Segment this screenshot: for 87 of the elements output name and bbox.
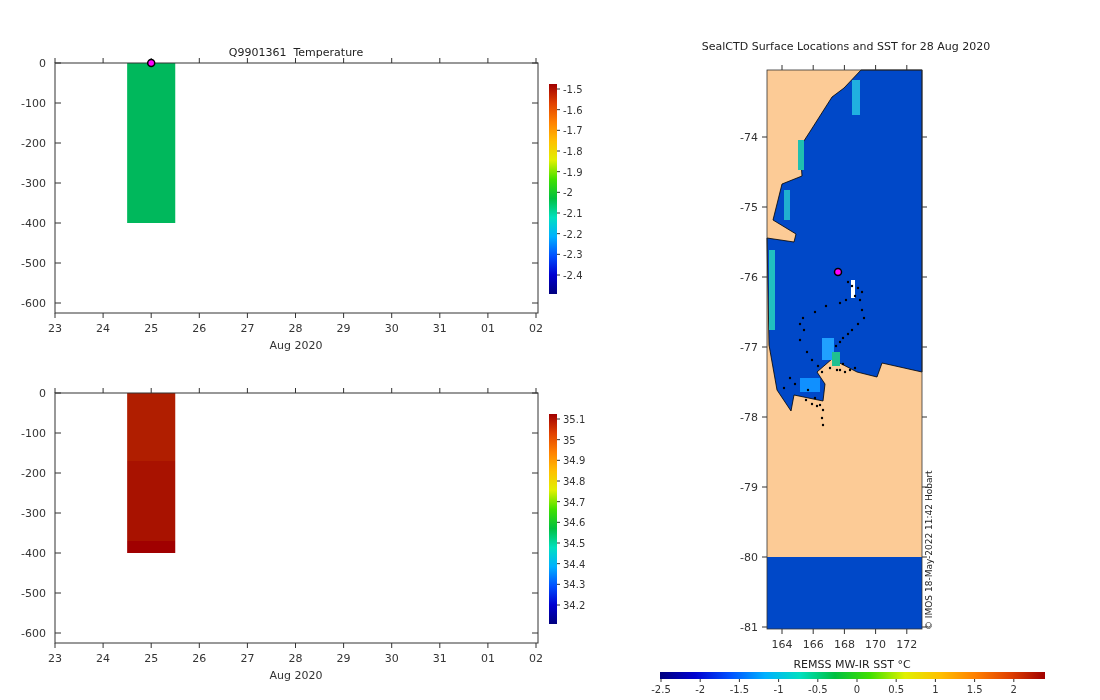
axis-tick-label: 0 xyxy=(39,57,46,70)
axis-tick-label: 01 xyxy=(480,652,495,665)
colorbar-tick-label: 34.2 xyxy=(563,600,586,611)
axis-tick-label: 02 xyxy=(529,322,543,335)
axis-tick-label: 24 xyxy=(96,322,111,335)
axis-tick-label: 26 xyxy=(192,322,207,335)
colorbar-tick-label: -0.5 xyxy=(808,684,828,695)
colorbar-tick-label: -1.7 xyxy=(563,125,583,137)
colorbar-tick-label: 34.4 xyxy=(563,558,586,570)
colorbar-tick-label: -2.2 xyxy=(563,228,583,240)
colorbar-tick-label: -1.5 xyxy=(563,84,583,95)
axis-tick-label: -400 xyxy=(21,547,46,560)
colorbar-tick-label: 1.5 xyxy=(966,684,983,695)
colorbar-tick-label: -2.1 xyxy=(563,208,583,219)
axis-tick-label: -600 xyxy=(21,627,46,640)
colorbar-tick-label: 34.9 xyxy=(563,455,586,467)
axis-tick-label: 01 xyxy=(480,322,495,335)
colorbar-tick-label: 1 xyxy=(932,684,939,695)
axis-tick-label: -600 xyxy=(21,297,46,310)
axis-tick-label: 25 xyxy=(144,322,159,335)
axis-tick-label: -74 xyxy=(740,131,758,144)
axis-tick-label: 23 xyxy=(48,322,62,335)
axis-tick-label: -500 xyxy=(21,257,46,270)
axis-tick-label: -300 xyxy=(21,507,46,520)
axis-tick-label: 30 xyxy=(384,652,399,665)
axis-tick-label: 166 xyxy=(802,638,824,651)
axis-tick-label: 27 xyxy=(240,322,255,335)
axis-tick-label: 168 xyxy=(833,638,855,651)
axis-tick-label: -81 xyxy=(740,621,758,634)
axis-tick-label: 27 xyxy=(240,652,255,665)
axis-tick-label: -200 xyxy=(21,467,46,480)
axis-tick-label: -500 xyxy=(21,587,46,600)
colorbar-tick-label: -2.5 xyxy=(651,684,671,695)
axis-tick-label: -75 xyxy=(740,201,758,214)
axis-label: Aug 2020 xyxy=(269,669,323,682)
axis-tick-label: -400 xyxy=(21,217,46,230)
axis-tick-label: 0 xyxy=(39,387,46,400)
colorbar-tick-label: 34.3 xyxy=(563,579,586,591)
axis-tick-label: 26 xyxy=(192,652,207,665)
colorbar-tick-label: 34.5 xyxy=(563,538,586,549)
axis-label: Aug 2020 xyxy=(269,339,323,352)
colorbar-tick-label: -1.6 xyxy=(563,104,583,116)
colorbar-tick-label: 35 xyxy=(563,434,576,446)
colorbar-tick-label: -2.4 xyxy=(563,270,583,281)
axis-tick-label: 02 xyxy=(529,652,543,665)
colorbar-tick-label: -2 xyxy=(563,187,573,199)
chart-title: Q9901361 Temperature xyxy=(228,46,364,59)
axis-tick-label: 24 xyxy=(96,652,111,665)
axis-tick-label: 29 xyxy=(336,652,351,665)
colorbar-tick-label: -2 xyxy=(695,684,706,695)
colorbar-tick-label: 35.1 xyxy=(563,414,586,425)
colorbar-tick-label: -1.8 xyxy=(563,146,583,157)
axis-tick-label: 172 xyxy=(896,638,918,651)
axis-tick-label: 25 xyxy=(144,652,159,665)
colorbar-tick-label: -1.9 xyxy=(563,166,583,178)
credit-text: © IMOS 18-May-2022 11:42 Hobart xyxy=(924,470,934,630)
colorbar-tick-label: 2 xyxy=(1010,684,1017,695)
axis-tick-label: 28 xyxy=(288,322,303,335)
axis-tick-label: 29 xyxy=(336,322,351,335)
colorbar-label: REMSS MW-IR SST °C xyxy=(793,658,911,671)
colorbar-tick-label: 34.7 xyxy=(563,496,586,508)
axis-tick-label: -78 xyxy=(740,411,758,424)
position-marker xyxy=(833,267,843,277)
axis-tick-label: 30 xyxy=(384,322,399,335)
axis-tick-label: 31 xyxy=(432,652,447,665)
colorbar-tick-label: 34.8 xyxy=(563,476,586,487)
axis-tick-label: -100 xyxy=(21,427,46,440)
map-title: SealCTD Surface Locations and SST for 28 Aug 2020 xyxy=(701,40,991,53)
axis-tick-label: -300 xyxy=(21,177,46,190)
data-bar xyxy=(127,393,176,461)
colorbar-tick-label: -1 xyxy=(773,684,784,695)
axis-tick-label: 164 xyxy=(771,638,793,651)
axis-tick-label: -80 xyxy=(740,551,758,564)
colorbar-tick-label: -2.3 xyxy=(563,249,583,261)
colorbar-tick-label: 0 xyxy=(853,684,861,695)
axis-tick-label: 31 xyxy=(432,322,447,335)
axis-tick-label: 28 xyxy=(288,652,303,665)
colorbar-tick-label: -1.5 xyxy=(729,684,750,695)
colorbar-tick-label: 34.6 xyxy=(563,517,586,529)
axis-tick-label: -76 xyxy=(740,271,758,284)
axis-tick-label: -77 xyxy=(740,341,758,354)
axis-tick-label: 23 xyxy=(48,652,62,665)
axis-tick-label: -200 xyxy=(21,137,46,150)
axis-tick-label: -100 xyxy=(21,97,46,110)
axis-tick-label: 170 xyxy=(865,638,887,651)
axis-tick-label: -79 xyxy=(740,481,758,494)
colorbar-tick-label: 0.5 xyxy=(888,684,905,695)
